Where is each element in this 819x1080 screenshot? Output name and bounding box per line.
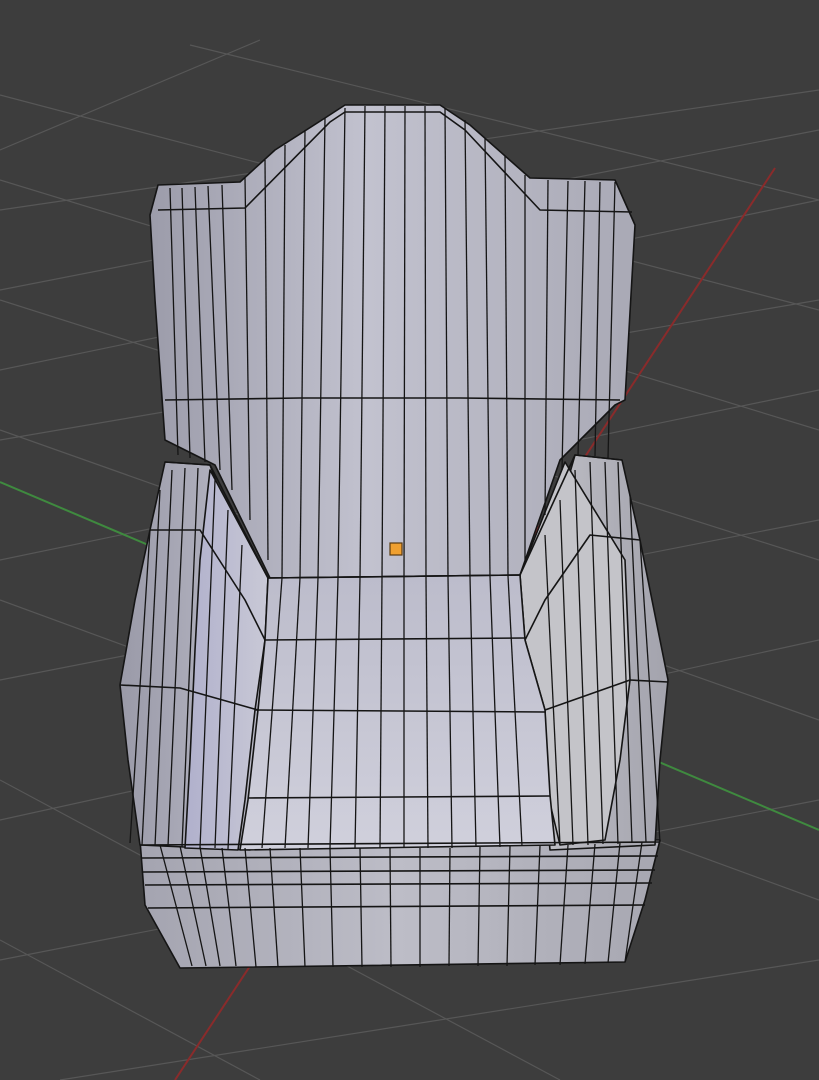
chair-base[interactable] [139, 839, 661, 969]
object-origin-dot[interactable] [389, 542, 403, 556]
grid-line [59, 959, 819, 1080]
chair-mesh[interactable] [119, 104, 669, 969]
grid-line [0, 39, 261, 151]
3d-viewport[interactable] [0, 0, 819, 1080]
viewport-canvas[interactable] [0, 0, 819, 1080]
